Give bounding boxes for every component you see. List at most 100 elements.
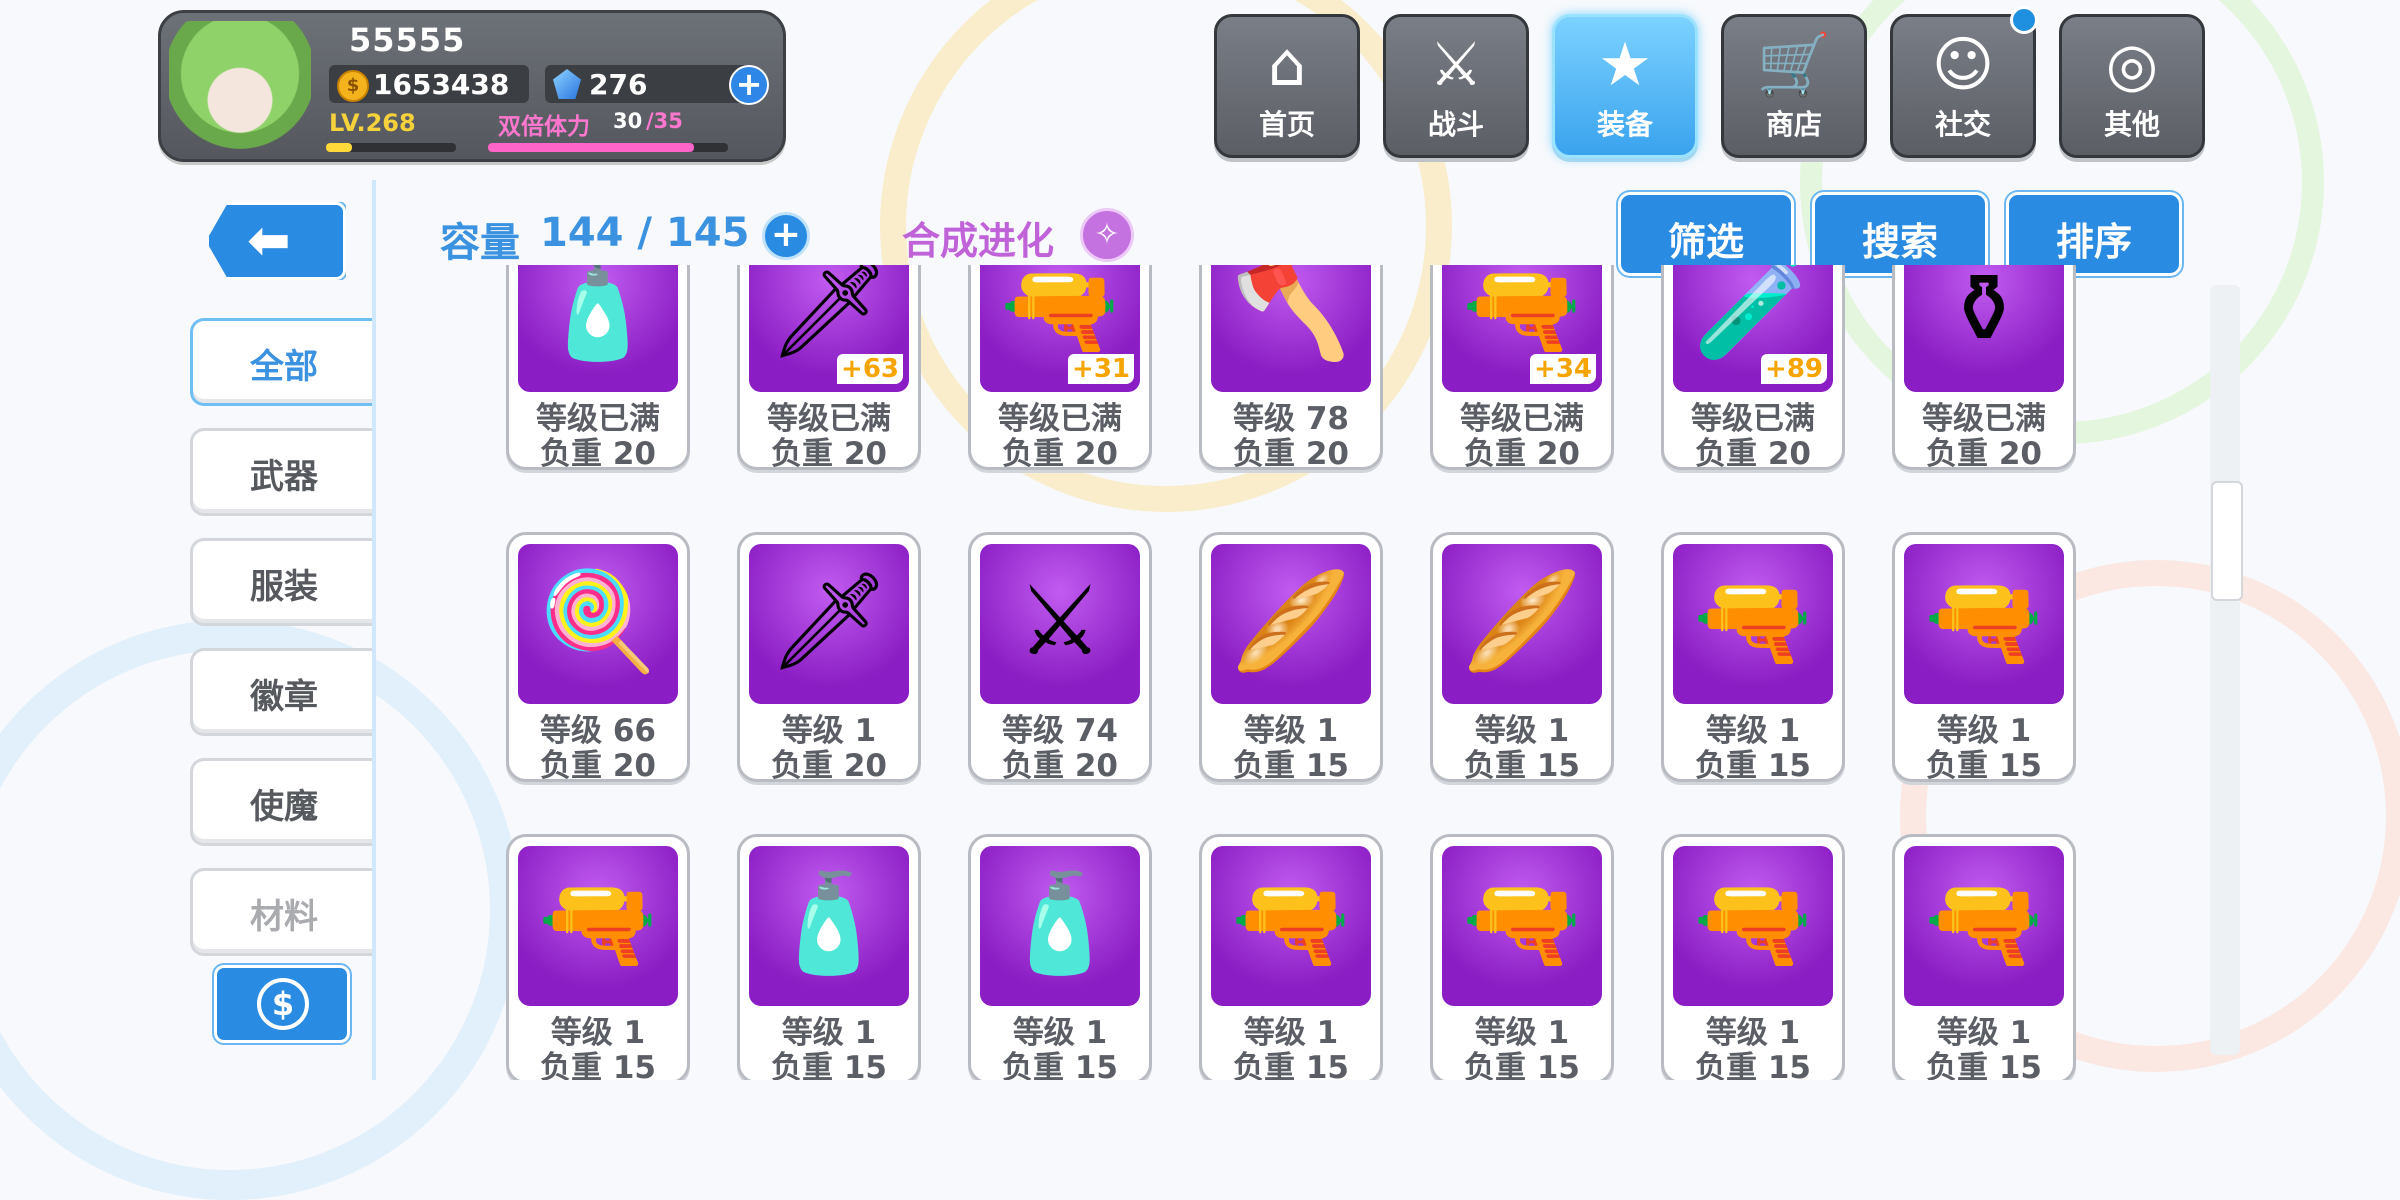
nav-label: 装备 [1596,108,1653,141]
back-button[interactable]: ⬅ [206,202,346,280]
potion-bottle-icon: 🧴 [1000,867,1120,979]
item-weight: 负重 15 [1926,748,2042,784]
sidebar-tab-label: 徽章 [250,677,318,717]
item-weight: 负重 20 [540,748,656,784]
target-icon: ◎ [2105,30,2159,100]
filter-button[interactable]: 筛选 [1618,192,1794,276]
enhance-badge: +34 [1530,354,1596,384]
nav-button-0[interactable]: ⌂ 首页 [1214,14,1360,158]
item-weight: 负重 15 [1926,1050,2042,1080]
item-image: 🧪 +89 [1673,265,1833,392]
nav-button-1[interactable]: ⚔ 战斗 [1383,14,1529,158]
player-name: 55555 [349,21,466,59]
expand-capacity-button[interactable]: + [762,212,810,260]
stamina-progress-bar [488,143,728,152]
item-card[interactable]: 🥖 等级 1 负重 15 [1430,532,1614,784]
sidebar-tab-4[interactable]: 使魔 [190,758,375,846]
sell-button[interactable]: $ [214,965,350,1043]
item-image: 🧴 [518,265,678,392]
sidebar-tab-5[interactable]: 材料 [190,868,375,956]
add-gems-button[interactable]: + [729,65,769,105]
avatar[interactable] [169,21,311,153]
enhance-badge: +31 [1068,354,1134,384]
item-card[interactable]: 🔫 等级 1 负重 15 [1892,532,2076,784]
sidebar-tab-label: 使魔 [250,787,318,827]
nav-label: 商店 [1765,108,1822,141]
item-card[interactable]: 🧴 等级 1 负重 15 [968,834,1152,1080]
item-weight: 负重 15 [1464,748,1580,784]
item-weight: 负重 15 [771,1050,887,1080]
sidebar-tab-1[interactable]: 武器 [190,428,375,516]
item-image: 🗡 [749,544,909,704]
nav-label: 其他 [2103,108,2160,141]
item-weight: 负重 20 [1926,436,2042,472]
item-grid[interactable]: 🧴 等级已满 负重 20 🗡 +63 等级已满 负重 20 🔫 +31 等级已满 负重 20 🪓 等级 … [440,265,2140,1080]
black-vase-icon: ⚱ [1943,265,2025,365]
item-card[interactable]: 🔫 等级 1 负重 15 [1661,532,1845,784]
dollar-coin-icon: $ [257,978,309,1030]
nav-button-2[interactable]: ★ 装备 [1552,14,1698,158]
chain-sword-icon: ⚔ [1016,565,1104,677]
item-image: 🥖 [1211,544,1371,704]
item-card[interactable]: 🗡 +63 等级已满 负重 20 [737,265,921,472]
item-card[interactable]: 🧴 等级已满 负重 20 [506,265,690,472]
synthesis-swirl-icon[interactable]: ✧ [1080,208,1134,262]
gem-amount: 276 [589,68,648,101]
item-card[interactable]: 🔫 等级 1 负重 15 [1430,834,1614,1080]
item-image: 🔫 [1673,544,1833,704]
baguette-icon: 🥖 [1231,565,1351,677]
item-card[interactable]: 🗡 等级 1 负重 20 [737,532,921,784]
item-card[interactable]: 🔫 等级 1 负重 15 [1199,834,1383,1080]
item-image: 🔫 [1442,846,1602,1006]
item-card[interactable]: 🔫 等级 1 负重 15 [1661,834,1845,1080]
item-image: 🍭 [518,544,678,704]
item-image: 🔫 +34 [1442,265,1602,392]
item-card[interactable]: 🪓 等级 78 负重 20 [1199,265,1383,472]
item-image: ⚔ [980,544,1140,704]
capacity-value: 144 / 145 [540,210,750,256]
item-card[interactable]: 🥖 等级 1 负重 15 [1199,532,1383,784]
item-card[interactable]: 🔫 等级 1 负重 15 [506,834,690,1080]
item-card[interactable]: 🧪 +89 等级已满 负重 20 [1661,265,1845,472]
scrollbar-track[interactable] [2210,285,2240,1055]
nav-button-4[interactable]: ☺ 社交 [1890,14,2036,158]
item-card[interactable]: 🔫 +31 等级已满 负重 20 [968,265,1152,472]
item-image: ⚱ [1904,265,2064,392]
rifle-icon: 🔫 [1924,565,2044,677]
nav-button-3[interactable]: 🛒 商店 [1721,14,1867,158]
sidebar-tab-2[interactable]: 服装 [190,538,375,626]
item-card[interactable]: 🔫 等级 1 负重 15 [1892,834,2076,1080]
item-weight: 负重 15 [1695,748,1811,784]
musket-icon: 🔫 [1924,867,2044,979]
sidebar-tab-label: 服装 [250,567,318,607]
item-card[interactable]: 🔫 +34 等级已满 负重 20 [1430,265,1614,472]
search-button[interactable]: 搜索 [1812,192,1988,276]
crossed-guns-icon: ⚔ [1429,30,1483,100]
sort-label: 排序 [2055,220,2132,264]
green-gun-icon: 🔫 [1231,867,1351,979]
shop-basket-icon: 🛒 [1756,30,1832,100]
sidebar-tab-0[interactable]: 全部 [190,318,375,406]
nav-button-5[interactable]: ◎ 其他 [2059,14,2205,158]
item-card[interactable]: ⚔ 等级 74 负重 20 [968,532,1152,784]
capacity-label: 容量 [440,220,520,266]
item-image: 🔫 [1904,544,2064,704]
item-card[interactable]: 🧴 等级 1 负重 15 [737,834,921,1080]
player-level: LV.268 [329,109,416,137]
gold-amount: 1653438 [373,68,510,101]
pink-wand-icon: 🍭 [538,565,658,677]
gem-counter: 276 [545,65,755,103]
sidebar-tab-3[interactable]: 徽章 [190,648,375,736]
synthesis-evolve-link[interactable]: 合成进化 [902,210,1054,265]
player-panel[interactable]: 55555 $ 1653438 276 + LV.268 双倍体力 30 /35 [158,10,786,162]
item-card[interactable]: ⚱ 等级已满 负重 20 [1892,265,2076,472]
item-card[interactable]: 🍭 等级 66 负重 20 [506,532,690,784]
search-label: 搜索 [1861,220,1938,264]
stamina-label: 双倍体力 [498,114,590,140]
scrollbar-thumb[interactable] [2211,481,2243,602]
dark-blade-icon: 🗡 [768,565,890,677]
sort-button[interactable]: 排序 [2006,192,2182,276]
gold-counter: $ 1653438 [329,65,529,103]
sidebar-tab-label: 武器 [250,457,318,497]
arrow-left-icon: ⬅ [247,211,291,271]
